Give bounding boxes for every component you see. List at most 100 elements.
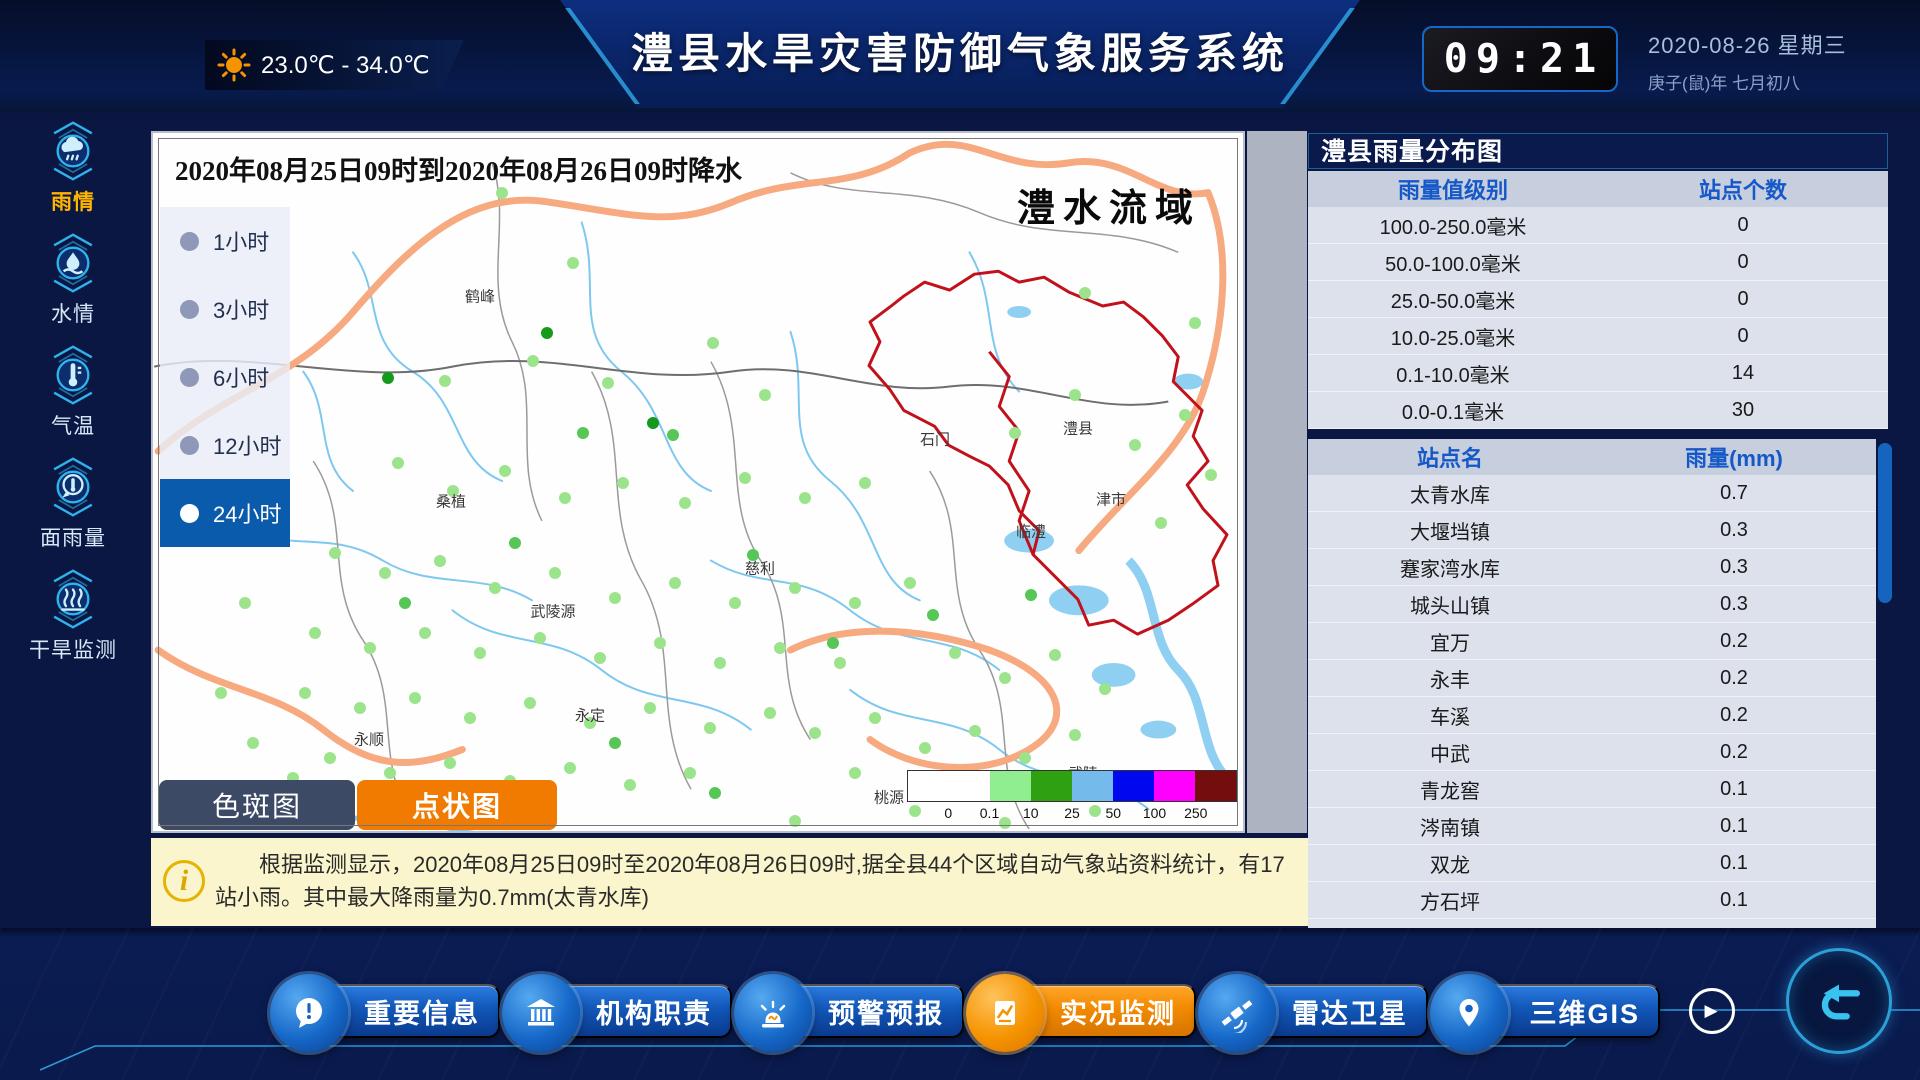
info-icon: i bbox=[163, 860, 205, 902]
sidebar-item-label: 气温 bbox=[51, 410, 95, 440]
station-dot bbox=[669, 577, 681, 589]
app-root: 澧县水旱灾害防御气象服务系统 23.0℃ - 34.0℃ 09:21 2020-… bbox=[0, 0, 1920, 1080]
station-dot bbox=[564, 762, 576, 774]
station-dot bbox=[1019, 752, 1031, 764]
station-dot bbox=[834, 657, 846, 669]
station-dot bbox=[464, 712, 476, 724]
station-dot bbox=[729, 597, 741, 609]
nav-button-label: 机构职责 bbox=[596, 992, 712, 1031]
time-option-6h[interactable]: 6小时 bbox=[160, 343, 290, 411]
layer-button-dots[interactable]: 点状图 bbox=[357, 780, 557, 830]
return-button[interactable] bbox=[1786, 948, 1892, 1054]
time-option-1h[interactable]: 1小时 bbox=[160, 207, 290, 275]
nav-live-monitoring-button[interactable]: 实况监测 bbox=[1004, 984, 1196, 1038]
colorbar-labels: 00.1102550100250 bbox=[907, 805, 1237, 821]
time-option-3h[interactable]: 3小时 bbox=[160, 275, 290, 343]
station-dot bbox=[1069, 729, 1081, 741]
station-dot bbox=[602, 377, 614, 389]
nav-warning-forecast-button[interactable]: 预警预报 bbox=[772, 984, 964, 1038]
station-dot bbox=[609, 592, 621, 604]
station-row: 永丰0.2 bbox=[1308, 660, 1876, 697]
radio-icon bbox=[180, 232, 199, 251]
station-table-wrap[interactable]: 站点名雨量(mm)太青水库0.7大堰垱镇0.3蹇家湾水库0.3城头山镇0.3宜万… bbox=[1308, 439, 1876, 993]
nav-button-label: 三维GIS bbox=[1529, 992, 1640, 1031]
place-label: 桑植 bbox=[436, 491, 466, 512]
time-option-12h[interactable]: 12小时 bbox=[160, 411, 290, 479]
header-bar: 澧县水旱灾害防御气象服务系统 23.0℃ - 34.0℃ 09:21 2020-… bbox=[0, 0, 1920, 112]
temperature-range: 23.0℃ - 34.0℃ bbox=[261, 51, 430, 80]
temperature-badge: 23.0℃ - 34.0℃ bbox=[205, 40, 464, 90]
colorbar-segment bbox=[908, 771, 949, 801]
station-dot bbox=[329, 547, 341, 559]
nav-button-label: 实况监测 bbox=[1060, 992, 1176, 1031]
rain-level-row: 0.1-10.0毫米14 bbox=[1308, 355, 1888, 392]
time-option-label: 24小时 bbox=[213, 497, 281, 529]
station-dot bbox=[919, 742, 931, 754]
station-rain-table: 站点名雨量(mm)太青水库0.7大堰垱镇0.3蹇家湾水库0.3城头山镇0.3宜万… bbox=[1308, 439, 1876, 993]
clock: 09:21 bbox=[1422, 26, 1618, 92]
date-text: 2020-08-26 星期三 bbox=[1648, 28, 1847, 60]
colorbar-tick-label: 250 bbox=[1184, 805, 1207, 821]
station-row: 城头山镇0.3 bbox=[1308, 586, 1876, 623]
station-dot bbox=[499, 465, 511, 477]
temperature-icon bbox=[40, 342, 106, 408]
station-dot bbox=[1129, 439, 1141, 451]
time-option-label: 12小时 bbox=[213, 429, 281, 461]
station-dot bbox=[527, 355, 539, 367]
colorbar-segment bbox=[1113, 771, 1154, 801]
station-dot bbox=[1069, 389, 1081, 401]
station-dot bbox=[667, 429, 679, 441]
station-dot bbox=[1049, 649, 1061, 661]
station-dot bbox=[1099, 683, 1111, 695]
nav-radar-satellite-button[interactable]: 雷达卫星 bbox=[1236, 984, 1428, 1038]
time-option-label: 3小时 bbox=[213, 293, 269, 325]
nav-important-info-button[interactable]: 重要信息 bbox=[308, 984, 500, 1038]
station-dot bbox=[239, 597, 251, 609]
map-canvas[interactable]: 鹤峰石门澧县津市临澧桑植慈利武陵源永定永顺桃源武陵 2020年08月25日09时… bbox=[151, 131, 1245, 833]
station-dot bbox=[541, 327, 553, 339]
station-dot bbox=[567, 257, 579, 269]
station-dot bbox=[849, 767, 861, 779]
station-dot bbox=[789, 582, 801, 594]
basin-label: 澧水流域 bbox=[1017, 177, 1201, 232]
sidebar-item-area-rainfall[interactable]: 面雨量 bbox=[18, 454, 128, 566]
station-dot bbox=[707, 337, 719, 349]
place-label: 桃源 bbox=[874, 787, 904, 808]
sidebar-item-temperature[interactable]: 气温 bbox=[18, 342, 128, 454]
date-block: 2020-08-26 星期三 庚子(鼠)年 七月初八 bbox=[1648, 28, 1847, 94]
exclamation-bubble-icon bbox=[270, 974, 348, 1052]
station-dot bbox=[739, 472, 751, 484]
panel-splitter bbox=[1247, 131, 1307, 833]
monitoring-summary-box: i 根据监测显示，2020年08月25日09时至2020年08月26日09时,据… bbox=[151, 838, 1308, 926]
station-dot bbox=[714, 657, 726, 669]
nav-agency-duties-button[interactable]: 机构职责 bbox=[540, 984, 732, 1038]
station-dot bbox=[624, 779, 636, 791]
lunar-date-text: 庚子(鼠)年 七月初八 bbox=[1648, 69, 1847, 94]
station-row: 大堰垱镇0.3 bbox=[1308, 512, 1876, 549]
station-dot bbox=[534, 632, 546, 644]
sidebar-item-label: 干旱监测 bbox=[29, 634, 117, 664]
station-dot bbox=[684, 767, 696, 779]
station-dot bbox=[789, 815, 801, 827]
nav-scroll-button[interactable]: ▶ bbox=[1689, 988, 1735, 1034]
station-table-scrollbar[interactable] bbox=[1878, 443, 1892, 603]
sidebar-item-drought[interactable]: 干旱监测 bbox=[18, 566, 128, 678]
rainfall-panel: 澧县雨量分布图 雨量值级别站点个数100.0-250.0毫米050.0-100.… bbox=[1308, 133, 1888, 993]
place-label: 永定 bbox=[575, 705, 605, 726]
rain-level-row: 50.0-100.0毫米0 bbox=[1308, 244, 1888, 281]
station-dot bbox=[509, 537, 521, 549]
time-option-24h[interactable]: 24小时 bbox=[160, 479, 290, 547]
station-dot bbox=[577, 427, 589, 439]
layer-button-contour[interactable]: 色斑图 bbox=[159, 780, 355, 830]
station-row: 车溪0.2 bbox=[1308, 697, 1876, 734]
sidebar-item-water[interactable]: 水情 bbox=[18, 230, 128, 342]
nav-3d-gis-button[interactable]: 三维GIS bbox=[1468, 984, 1660, 1038]
station-row: 蹇家湾水库0.3 bbox=[1308, 549, 1876, 586]
institution-icon bbox=[502, 974, 580, 1052]
colorbar-tick-label: 100 bbox=[1143, 805, 1166, 821]
station-dot bbox=[827, 637, 839, 649]
sidebar-item-rain[interactable]: 雨情 bbox=[18, 118, 128, 230]
station-dot bbox=[594, 652, 606, 664]
colorbar-segment bbox=[1154, 771, 1195, 801]
station-dot bbox=[215, 687, 227, 699]
